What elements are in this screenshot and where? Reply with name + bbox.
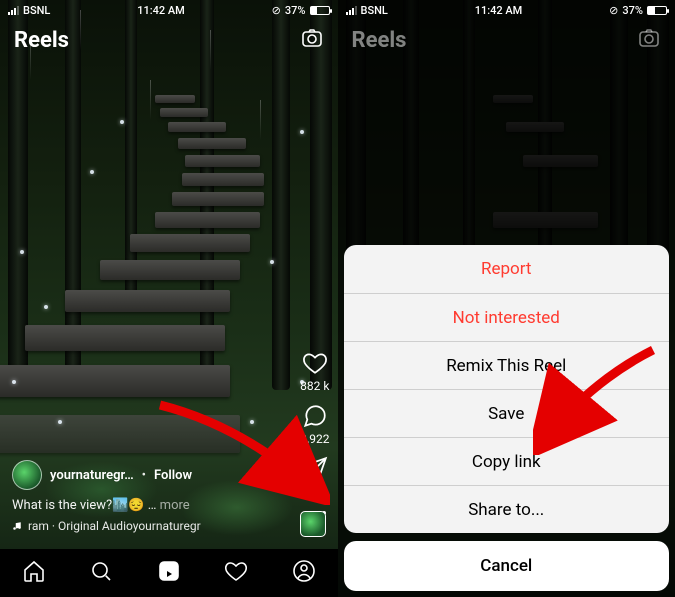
nav-profile[interactable] (292, 559, 316, 587)
separator-dot: • (142, 468, 146, 483)
camera-button[interactable] (300, 26, 324, 54)
nav-home[interactable] (22, 559, 46, 587)
sheet-report[interactable]: Report (344, 245, 670, 293)
comment-icon (302, 403, 328, 429)
creator-username[interactable]: yournaturegr… (50, 468, 134, 483)
sheet-cancel[interactable]: Cancel (344, 541, 670, 591)
orientation-lock-icon: ⊘ (272, 4, 281, 17)
comment-count: 2,922 (300, 432, 329, 446)
bottom-nav (0, 549, 338, 597)
sheet-not-interested[interactable]: Not interested (344, 293, 670, 341)
share-icon (302, 456, 328, 482)
sheet-copy-link[interactable]: Copy link (344, 437, 670, 485)
battery-pct: 37% (285, 4, 306, 17)
sheet-share-to[interactable]: Share to... (344, 485, 670, 533)
nav-search[interactable] (89, 559, 113, 587)
sheet-remix[interactable]: Remix This Reel (344, 341, 670, 389)
creator-avatar[interactable] (12, 460, 42, 490)
phone-left: BSNL 11:42 AM ⊘ 37% Reels 882 k 2,922 (0, 0, 338, 597)
follow-button[interactable]: Follow (154, 468, 192, 483)
nav-activity[interactable] (224, 559, 248, 587)
signal-icon (8, 6, 19, 15)
carrier-label: BSNL (23, 4, 50, 17)
audio-row[interactable]: ram · Original Audioyournaturegr (12, 519, 278, 533)
heart-icon (302, 350, 328, 376)
like-count: 882 k (300, 379, 329, 393)
phone-right: BSNL 11:42 AM ⊘ 37% Reels lal Audioyourn… (338, 0, 675, 597)
like-button[interactable]: 882 k (300, 350, 329, 393)
action-column: 882 k 2,922 (300, 350, 329, 482)
sheet-save[interactable]: Save (344, 389, 670, 437)
share-button[interactable] (302, 456, 328, 482)
comment-button[interactable]: 2,922 (300, 403, 329, 446)
battery-icon (310, 6, 330, 15)
nav-reels[interactable] (157, 559, 181, 587)
audio-thumbnail[interactable] (300, 511, 326, 537)
status-bar: BSNL 11:42 AM ⊘ 37% (0, 0, 338, 20)
caption-area: yournaturegr… • Follow What is the view?… (12, 460, 278, 533)
clock: 11:42 AM (137, 4, 185, 17)
caption-text[interactable]: What is the view?🏙️😔 … more (12, 498, 278, 513)
caption-more[interactable]: more (160, 498, 190, 513)
reels-header: Reels (0, 22, 338, 58)
action-sheet: Report Not interested Remix This Reel Sa… (344, 245, 670, 591)
music-note-icon (12, 521, 22, 531)
page-title: Reels (14, 28, 69, 53)
audio-label: ram · Original Audioyournaturegr (28, 519, 201, 533)
